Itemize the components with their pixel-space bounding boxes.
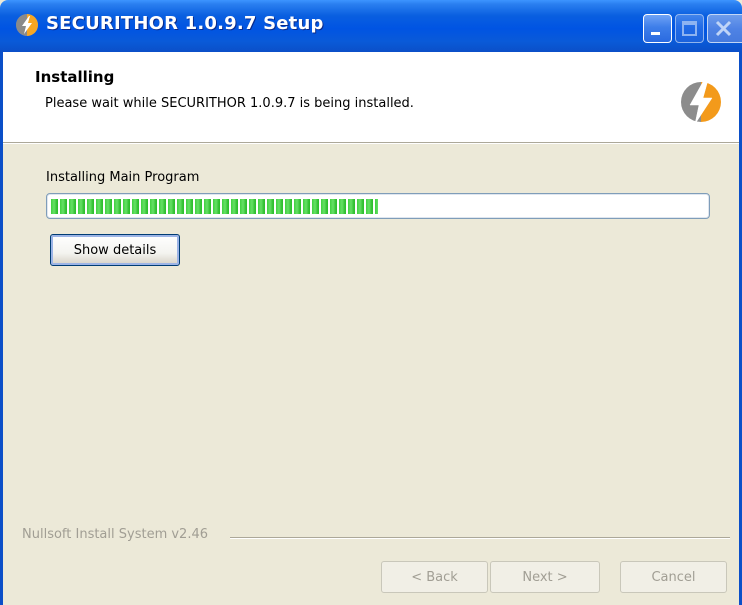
- next-button[interactable]: Next >: [490, 561, 600, 593]
- title-bar[interactable]: SECURITHOR 1.0.9.7 Setup: [0, 0, 742, 52]
- page-subtitle: Please wait while SECURITHOR 1.0.9.7 is …: [45, 96, 414, 111]
- maximize-icon: [682, 21, 697, 36]
- nsis-branding: Nullsoft Install System v2.46: [22, 527, 215, 542]
- nsis-bolt-icon: [16, 14, 38, 36]
- window-border-left: [0, 52, 3, 605]
- close-icon: [715, 20, 732, 37]
- cancel-button[interactable]: Cancel: [620, 561, 727, 593]
- back-button[interactable]: < Back: [381, 561, 488, 593]
- progress-bar-fill: [51, 199, 378, 214]
- header-panel: Installing Please wait while SECURITHOR …: [0, 52, 742, 142]
- installer-window: SECURITHOR 1.0.9.7 Setup Installing Plea…: [0, 0, 742, 605]
- progress-status-text: Installing Main Program: [46, 170, 200, 185]
- progress-bar: [46, 193, 710, 219]
- footer-divider: [230, 537, 730, 539]
- minimize-icon: [651, 32, 660, 35]
- show-details-button[interactable]: Show details: [50, 234, 180, 266]
- maximize-button[interactable]: [675, 14, 704, 43]
- header-divider: [0, 142, 742, 144]
- minimize-button[interactable]: [643, 14, 672, 43]
- nsis-bolt-icon: [681, 79, 721, 125]
- window-title: SECURITHOR 1.0.9.7 Setup: [46, 13, 324, 34]
- page-title: Installing: [35, 68, 115, 86]
- close-button[interactable]: [707, 14, 742, 43]
